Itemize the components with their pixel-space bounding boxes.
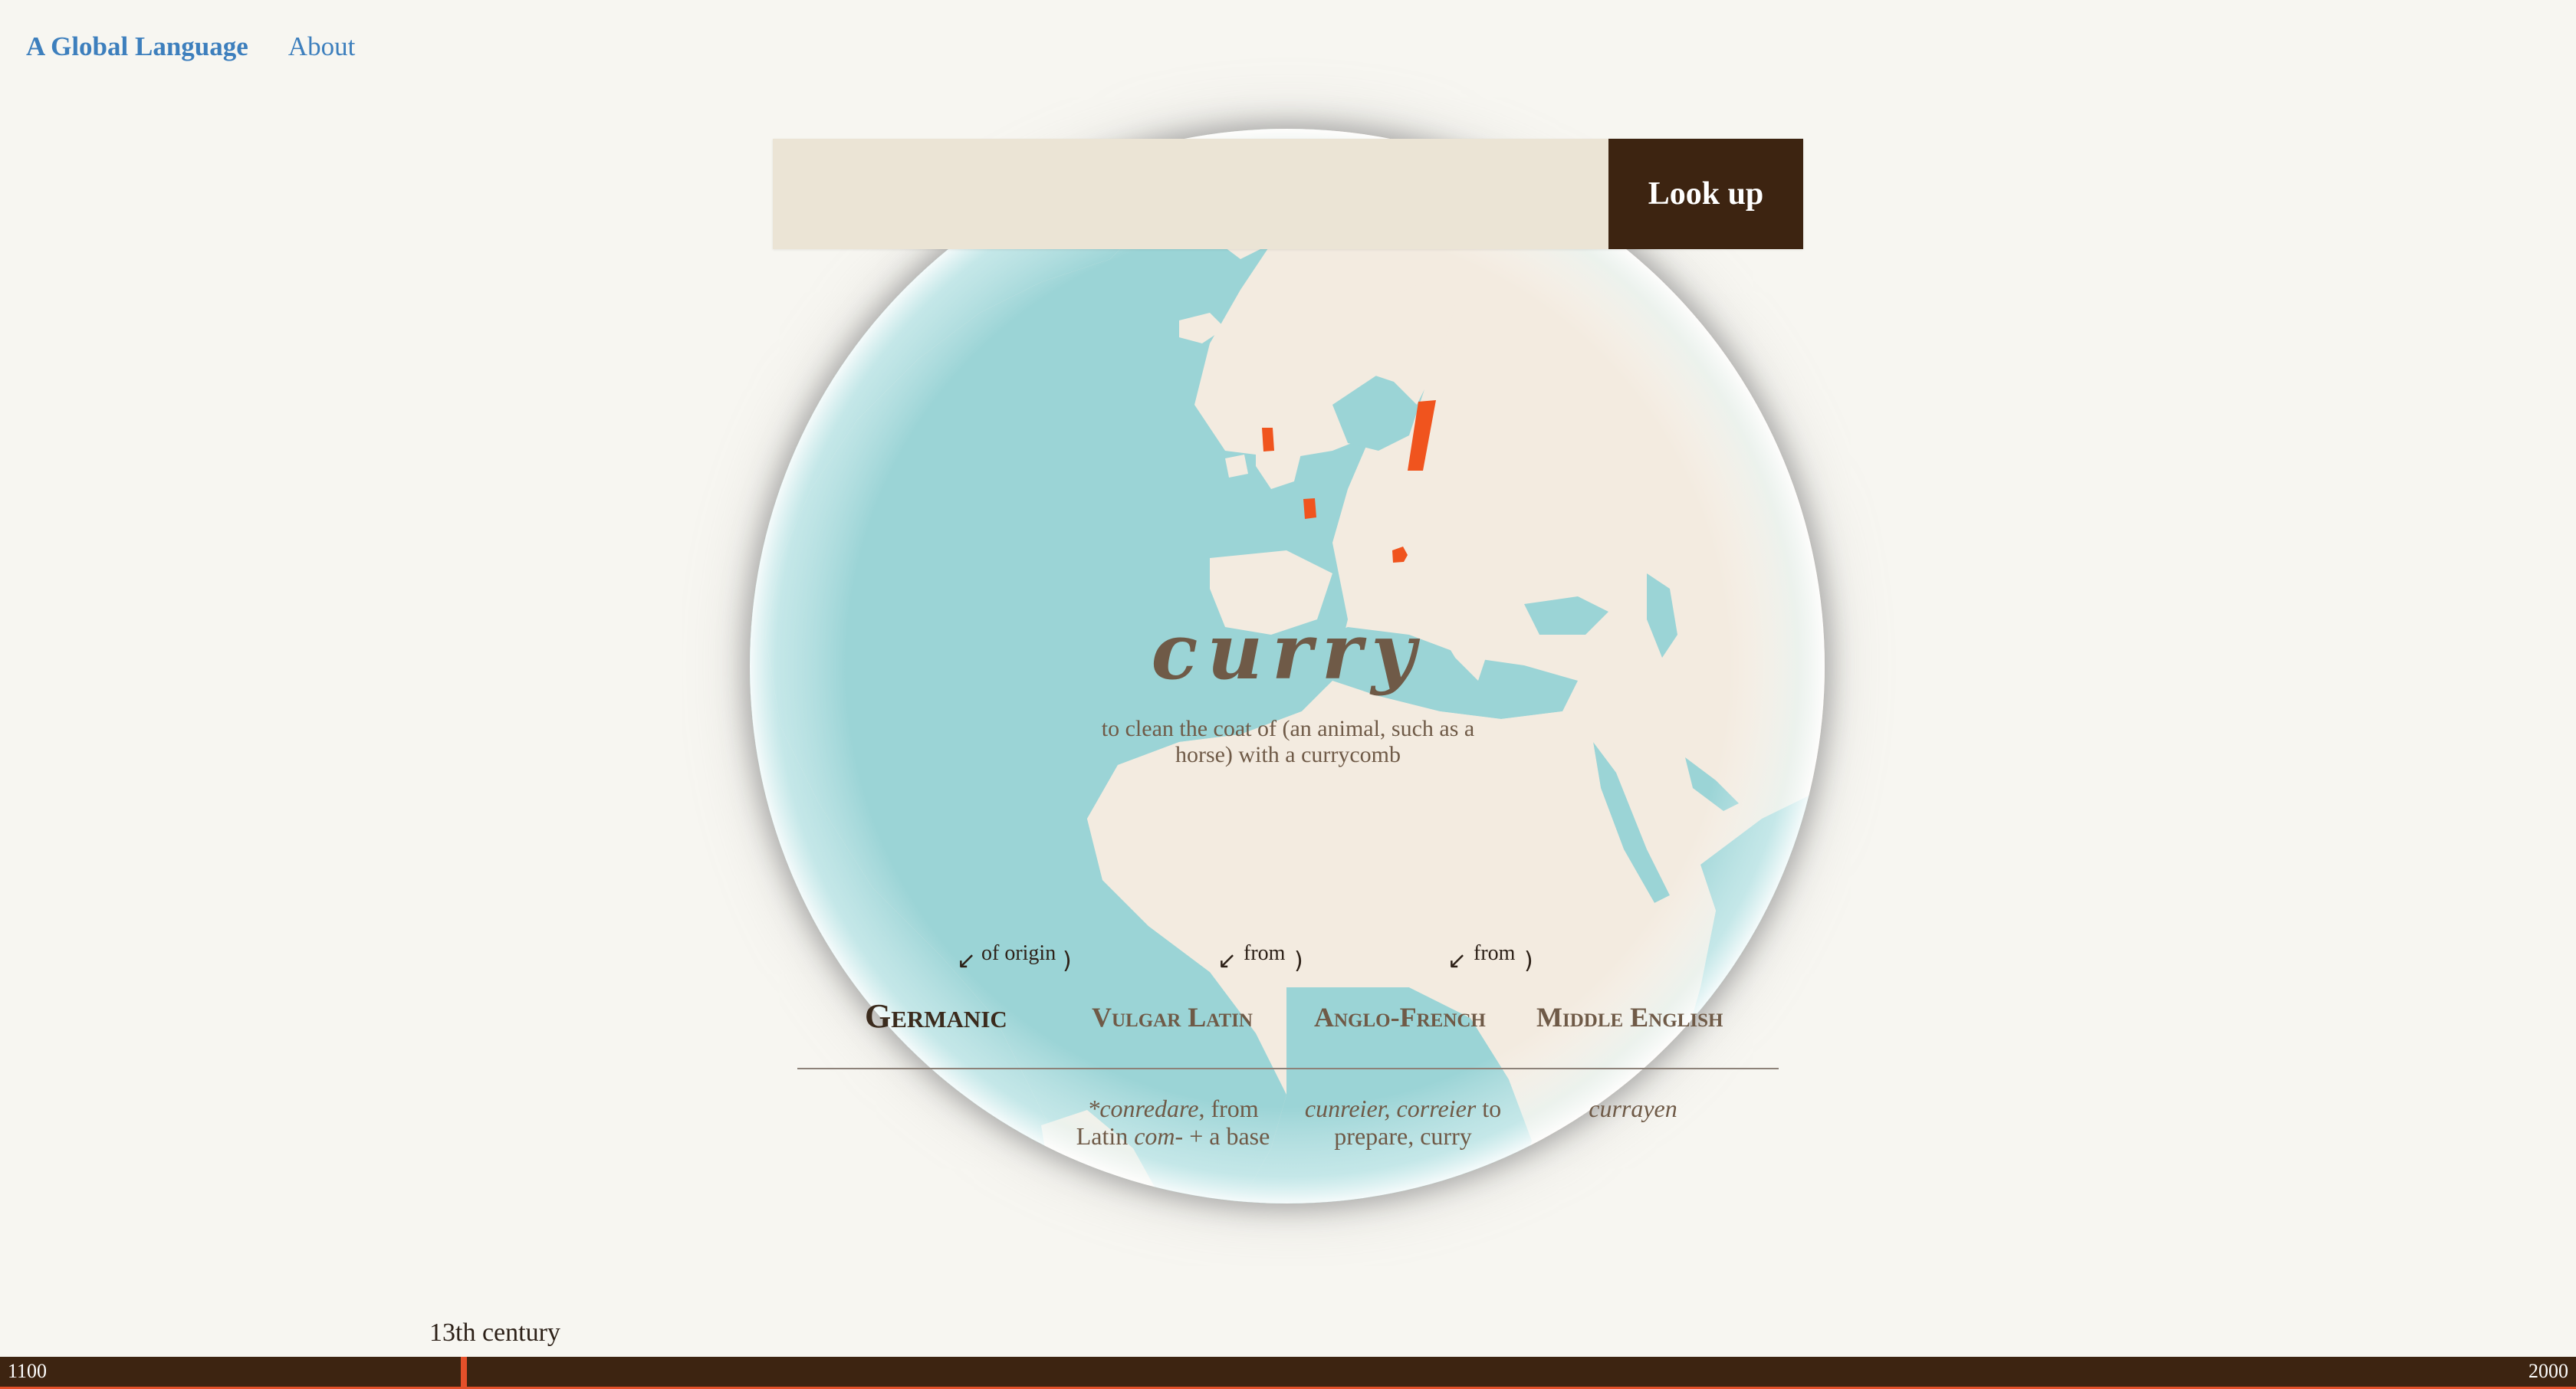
link-label-from-1: from: [1244, 941, 1286, 965]
brand-link[interactable]: A Global Language: [26, 31, 248, 62]
form-vulgar-latin: *conredare, from Latin com- + a base: [1076, 1095, 1270, 1150]
timeline-start-label: 1100: [8, 1360, 48, 1382]
arrow-left-icon: ↙: [1447, 947, 1467, 974]
stage-middle-english[interactable]: Middle English: [1536, 1001, 1723, 1033]
look-up-button[interactable]: Look up: [1608, 139, 1803, 249]
timeline-handle[interactable]: [461, 1357, 467, 1389]
search-bar: Look up: [773, 139, 1803, 249]
search-input[interactable]: [773, 139, 1608, 249]
timeline-slider[interactable]: 1100 2000: [0, 1357, 2576, 1389]
form-middle-english: currayen: [1589, 1095, 1677, 1122]
arc-right-icon: ): [1294, 947, 1303, 974]
stage-vulgar-latin[interactable]: Vulgar Latin: [1092, 1001, 1253, 1033]
arc-right-icon: ): [1524, 947, 1533, 974]
arrow-left-icon: ↙: [957, 947, 977, 974]
arc-right-icon: ): [1063, 947, 1072, 974]
etymology-divider: [797, 1068, 1779, 1069]
headword: curry: [1151, 606, 1425, 697]
top-nav: A Global Language About: [26, 28, 355, 66]
form-anglo-french: cunreier, correier to prepare, curry: [1304, 1095, 1502, 1150]
definition: to clean the coat of (an animal, such as…: [1101, 716, 1475, 767]
link-label-from-2: from: [1474, 941, 1516, 965]
stage-anglo-french[interactable]: Anglo-French: [1314, 1001, 1486, 1033]
about-link[interactable]: About: [288, 31, 356, 62]
link-label-of-origin: of origin: [981, 941, 1056, 965]
timeline-end-label: 2000: [2528, 1360, 2568, 1382]
arrow-left-icon: ↙: [1217, 947, 1237, 974]
page: A Global Language About Look up curry to…: [0, 0, 2576, 1389]
stage-germanic[interactable]: Germanic: [865, 997, 1007, 1036]
current-century-label: 13th century: [429, 1318, 560, 1347]
